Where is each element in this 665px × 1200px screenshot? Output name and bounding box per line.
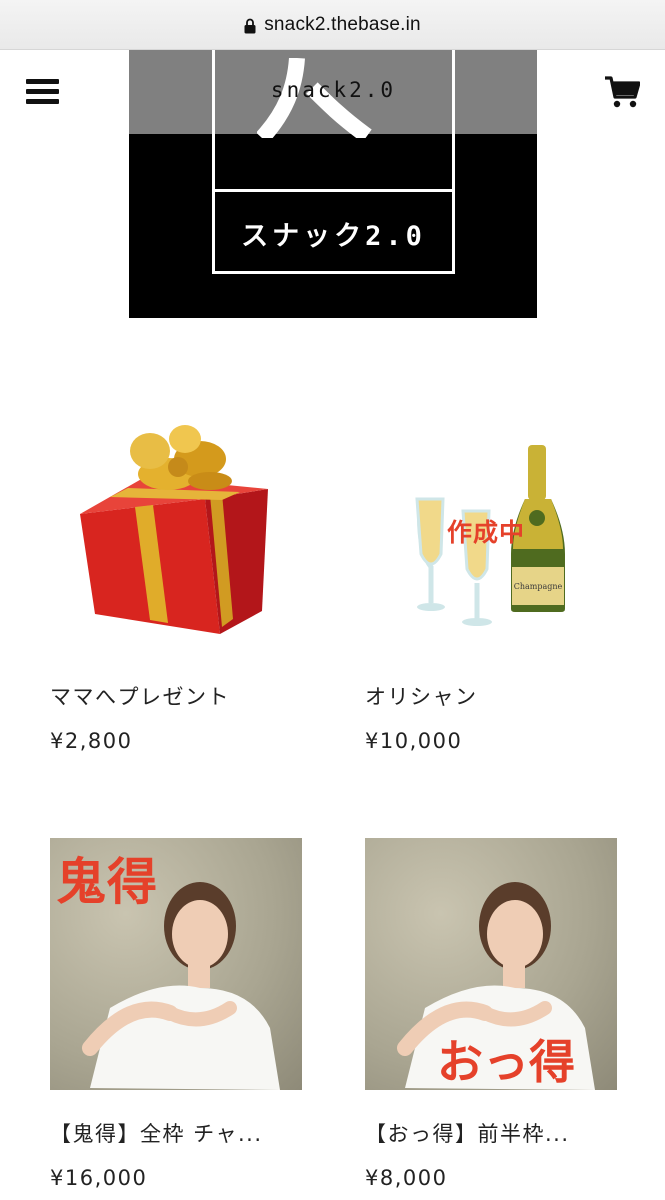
shopping-cart-icon[interactable] (604, 75, 640, 109)
product-image-champagne[interactable]: Champagne 作成中 (365, 389, 617, 641)
product-price: ¥16,000 (50, 1166, 148, 1190)
product-card[interactable]: Champagne 作成中 オリシャン ¥10,000 (365, 389, 617, 753)
bottle-label: Champagne (514, 582, 563, 591)
product-name[interactable]: 【鬼得】全枠 チャ... (50, 1118, 302, 1148)
product-card[interactable]: 鬼得 【鬼得】全枠 チャ... ¥16,000 (50, 838, 302, 1190)
overlay-label: おっ得 (437, 1035, 575, 1089)
in-progress-overlay: 作成中 (447, 518, 526, 547)
product-card[interactable]: ママへプレゼント ¥2,800 (50, 389, 302, 753)
gift-box-icon (50, 389, 302, 641)
hamburger-line (26, 99, 59, 104)
menu-button[interactable] (26, 79, 60, 105)
product-image-photo[interactable]: おっ得 (365, 838, 617, 1090)
logo-bottom-text: スナック2.0 (241, 221, 426, 252)
product-name[interactable]: オリシャン (365, 681, 617, 711)
shop-logo[interactable]: snack2.0 スナック2.0 (129, 50, 537, 318)
product-price: ¥2,800 (50, 729, 133, 753)
product-name[interactable]: ママへプレゼント (50, 681, 302, 711)
product-image-gift-box[interactable] (50, 389, 302, 641)
lock-icon (244, 18, 256, 33)
url-text: snack2.thebase.in (264, 13, 421, 35)
product-name[interactable]: 【おっ得】前半枠... (365, 1118, 617, 1148)
logo-frame-upper (212, 50, 455, 192)
product-card[interactable]: おっ得 【おっ得】前半枠... ¥8,000 (365, 838, 617, 1190)
product-price: ¥10,000 (365, 729, 463, 753)
hamburger-menu-icon (26, 79, 59, 84)
hamburger-line (26, 89, 59, 94)
url-bar[interactable]: snack2.thebase.in (0, 0, 665, 50)
product-image-photo[interactable]: 鬼得 (50, 838, 302, 1090)
logo-top-text: snack2.0 (270, 78, 397, 102)
product-price: ¥8,000 (365, 1166, 448, 1190)
overlay-label: 鬼得 (56, 853, 158, 911)
